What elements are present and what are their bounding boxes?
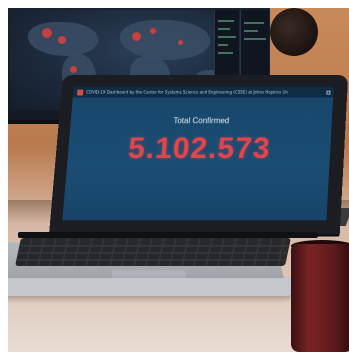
- map-hotspot: [132, 32, 141, 41]
- panel-line: [218, 20, 234, 22]
- maximize-icon: [326, 90, 331, 95]
- laptop-keyboard: [15, 238, 291, 266]
- map-hotspot: [150, 28, 156, 34]
- map-hotspot: [178, 40, 183, 45]
- map-hotspot: [70, 66, 77, 73]
- panel-line: [218, 36, 236, 38]
- total-confirmed-label: Total Confirmed: [173, 116, 230, 126]
- panel-line: [218, 44, 228, 46]
- panel-line: [244, 22, 264, 24]
- maximize-button[interactable]: [323, 87, 334, 98]
- dashboard-app-icon: [77, 89, 84, 96]
- window-title: COVID-19 Dashboard by the Center for Sys…: [85, 89, 289, 95]
- panel-line: [244, 30, 258, 32]
- laptop-front-edge: [8, 278, 293, 296]
- map-hotspot: [58, 36, 66, 44]
- panel-line: [218, 28, 230, 30]
- panel-line: [218, 52, 233, 54]
- laptop-screen: COVID-19 Dashboard by the Center for Sys…: [62, 86, 334, 221]
- total-confirmed-value: 5.102.573: [126, 132, 272, 165]
- laptop-lid: COVID-19 Dashboard by the Center for Sys…: [49, 74, 349, 235]
- panel-line: [244, 38, 266, 40]
- window-titlebar: COVID-19 Dashboard by the Center for Sys…: [72, 86, 334, 98]
- map-hotspot: [42, 28, 52, 38]
- background-lamp: [270, 8, 318, 56]
- photo-scene: COVID-19 Dashboard by the Center for Sys…: [8, 8, 349, 352]
- coffee-mug: [291, 244, 349, 352]
